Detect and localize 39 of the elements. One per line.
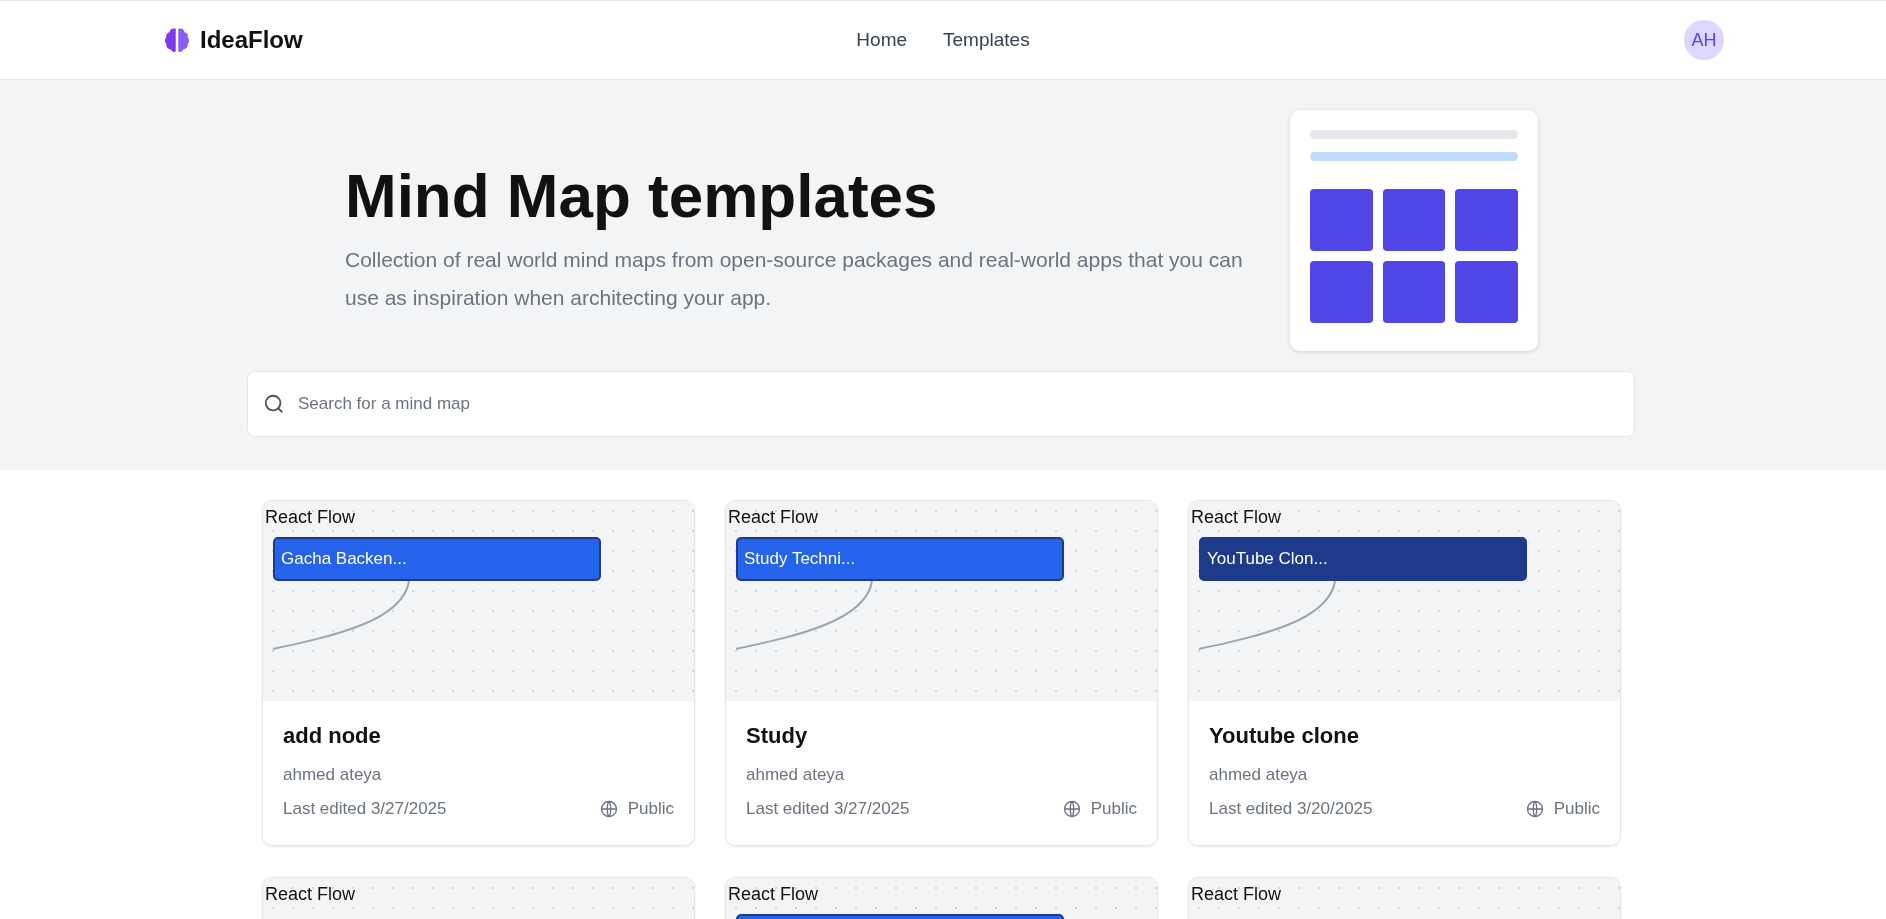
- author-name: ahmed ateya: [746, 765, 846, 785]
- attribution-label: React Flow: [1191, 507, 1282, 528]
- card-title: Study: [746, 723, 809, 749]
- author-name: ahmed ateya: [1209, 765, 1309, 785]
- attribution-label: React Flow: [728, 507, 819, 528]
- attribution-label: React Flow: [728, 884, 819, 905]
- attribution-label: React Flow: [265, 507, 356, 528]
- template-card[interactable]: React Flow Study Techni... Study ahmed ateya Last edited 3/27/2025 Public: [725, 500, 1158, 846]
- template-card[interactable]: React Flow: [725, 877, 1158, 919]
- brand-name: IdeaFlow: [200, 26, 303, 54]
- search-field[interactable]: Search for a mind map: [247, 371, 1635, 437]
- author-name: ahmed ateya: [283, 765, 383, 785]
- mind-map-node: Study Techni...: [736, 537, 1064, 581]
- template-card[interactable]: React Flow YouTube Clon... Youtube clone ahmed ateya Last edited 3/20/2025 Public: [1188, 500, 1621, 846]
- template-card[interactable]: React Flow: [262, 877, 695, 919]
- nav-link[interactable]: Home: [856, 29, 908, 51]
- last-edited: Last edited 3/20/2025: [1209, 799, 1373, 819]
- visibility-label: Public: [1090, 799, 1137, 819]
- user-avatar[interactable]: AH: [1684, 20, 1724, 60]
- mind-map-node: YouTube Clon...: [1199, 537, 1527, 581]
- brain-icon: [162, 25, 192, 55]
- nav-link[interactable]: Templates: [943, 29, 1030, 51]
- globe-icon: [1062, 800, 1081, 818]
- mind-map-node: Gacha Backen...: [273, 537, 601, 581]
- card-title: add node: [283, 723, 382, 749]
- globe-icon: [1525, 800, 1544, 818]
- last-edited: Last edited 3/27/2025: [283, 799, 447, 819]
- search-icon: [263, 393, 285, 415]
- attribution-label: React Flow: [265, 884, 356, 905]
- attribution-label: React Flow: [1191, 884, 1282, 905]
- card-title: Youtube clone: [1209, 723, 1360, 749]
- page-subtitle: Collection of real world mind maps from open-source packages and real-world apps that you can use as inspiration when architecting your app.: [345, 247, 1244, 311]
- visibility-label: Public: [627, 799, 674, 819]
- visibility-label: Public: [1553, 799, 1600, 819]
- last-edited: Last edited 3/27/2025: [746, 799, 910, 819]
- page-title: Mind Map templates: [345, 160, 939, 231]
- template-card[interactable]: React Flow Gacha Backen... add node ahmed ateya Last edited 3/27/2025 Public: [262, 500, 695, 846]
- globe-icon: [599, 800, 618, 818]
- template-card[interactable]: React Flow: [1188, 877, 1621, 919]
